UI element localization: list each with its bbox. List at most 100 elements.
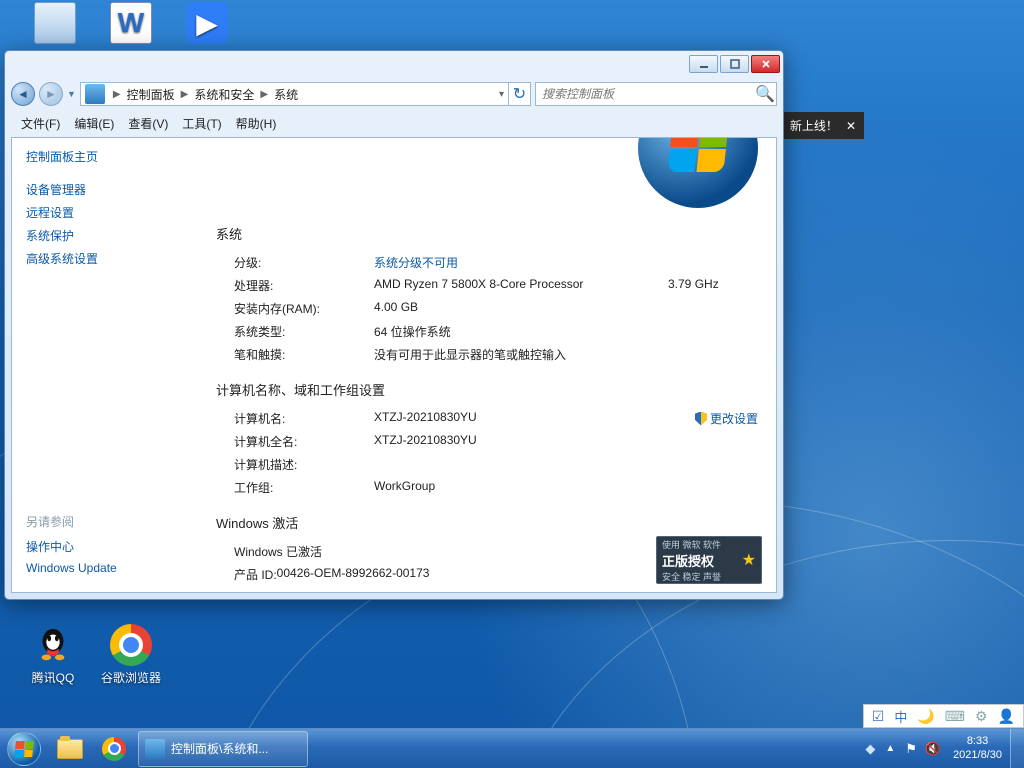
desktop-icon-computer[interactable] [20, 2, 90, 47]
cpu-speed: 3.79 GHz [668, 277, 758, 294]
desktop-icon-qq[interactable]: 腾讯QQ [18, 624, 88, 686]
sidebar-link-windows-update[interactable]: Windows Update [26, 561, 204, 575]
person-icon[interactable]: 👤 [998, 708, 1015, 725]
workgroup-value: WorkGroup [374, 479, 758, 496]
control-panel-icon [145, 739, 165, 759]
desktop-icon-label: 腾讯QQ [32, 671, 75, 685]
breadcrumb-mid[interactable]: 系统和安全 [192, 86, 256, 103]
maximize-button[interactable] [720, 55, 749, 73]
taskbar-pin-explorer[interactable] [49, 731, 91, 767]
moon-icon[interactable]: 🌙 [917, 708, 934, 725]
computer-fullname-value: XTZJ-20210830YU [374, 433, 758, 450]
ram-label: 安装内存(RAM): [234, 300, 374, 317]
start-button[interactable] [0, 729, 48, 768]
checkbox-icon[interactable]: ☑ [872, 708, 885, 725]
minimize-button[interactable] [689, 55, 718, 73]
rating-label: 分级: [234, 254, 374, 271]
sidebar-link-remote[interactable]: 远程设置 [26, 204, 204, 221]
show-desktop-button[interactable] [1010, 729, 1024, 768]
computer-desc-value [374, 456, 758, 473]
notification-text: 新上线！ [790, 117, 838, 134]
desktop-icon-chrome[interactable]: 谷歌浏览器 [96, 624, 166, 686]
menu-edit[interactable]: 编辑(E) [68, 113, 120, 135]
breadcrumb-root[interactable]: 控制面板 [125, 86, 177, 103]
search-icon[interactable]: 🔍 [754, 84, 776, 104]
qq-icon [32, 624, 74, 666]
systype-value: 64 位操作系统 [374, 323, 758, 340]
genuine-software-badge[interactable]: 使用 微软 软件 正版授权 安全 稳定 声誉 ★ [656, 536, 762, 584]
media-icon: ▶ [186, 2, 228, 44]
menu-tools[interactable]: 工具(T) [176, 113, 227, 135]
control-panel-home-link[interactable]: 控制面板主页 [26, 148, 204, 165]
tray-clock[interactable]: 8:33 2021/8/30 [945, 735, 1010, 761]
ime-language-button[interactable]: 中 [894, 707, 907, 726]
menu-help[interactable]: 帮助(H) [230, 113, 283, 135]
systype-label: 系统类型: [234, 323, 374, 340]
control-panel-icon [85, 84, 105, 104]
computer-name-label: 计算机名: [234, 410, 374, 427]
chrome-icon [110, 624, 152, 666]
chevron-right-icon: ▶ [177, 89, 193, 100]
tray-app-icon[interactable]: ◆ [861, 741, 879, 757]
document-icon: W [110, 2, 152, 44]
sidebar-link-advanced[interactable]: 高级系统设置 [26, 250, 204, 267]
chevron-right-icon: ▶ [256, 89, 272, 100]
sidebar-link-action-center[interactable]: 操作中心 [26, 538, 204, 555]
refresh-button[interactable]: ↻ [508, 83, 530, 105]
rating-link[interactable]: 系统分级不可用 [374, 254, 758, 271]
taskbar-item-control-panel[interactable]: 控制面板\系统和... [138, 731, 308, 767]
address-bar: ◄ ► ▼ ▶ 控制面板 ▶ 系统和安全 ▶ 系统 ▾ ↻ 🔍 [11, 79, 777, 109]
see-also-label: 另请参阅 [26, 513, 204, 530]
folder-icon [57, 739, 83, 759]
sidebar: 控制面板主页 设备管理器 远程设置 系统保护 高级系统设置 另请参阅 操作中心 … [12, 138, 204, 592]
computer-icon [34, 2, 76, 44]
menu-bar: 文件(F) 编辑(E) 查看(V) 工具(T) 帮助(H) [11, 113, 777, 135]
star-icon: ★ [742, 550, 756, 570]
content-pane: 系统 分级:系统分级不可用 处理器:AMD Ryzen 7 5800X 8-Co… [204, 138, 776, 592]
desktop-icon-media[interactable]: ▶ [172, 2, 242, 47]
desktop: W ▶ 腾讯QQ 谷歌浏览器 新上线！ ✕ ◄ ► ▼ [0, 0, 1024, 768]
tray-volume-icon[interactable]: 🔇 [921, 741, 945, 757]
ime-quickbar: ☑ 中 🌙 ⌨ ⚙ 👤 [863, 704, 1024, 728]
nav-back-button[interactable]: ◄ [11, 82, 35, 106]
sidebar-link-device-manager[interactable]: 设备管理器 [26, 181, 204, 198]
taskbar-item-label: 控制面板\系统和... [171, 740, 268, 757]
notification-close-button[interactable]: ✕ [846, 119, 856, 133]
change-settings-link[interactable]: 更改设置 [695, 410, 758, 427]
product-id-label: 产品 ID: [234, 566, 277, 583]
section-activation-header: Windows 激活 [216, 513, 758, 532]
keyboard-icon[interactable]: ⌨ [945, 708, 965, 725]
nav-forward-button[interactable]: ► [39, 82, 63, 106]
pen-label: 笔和触摸: [234, 346, 374, 363]
shield-icon [695, 412, 707, 426]
search-box[interactable]: 🔍 [535, 82, 777, 106]
tray-overflow-button[interactable]: ▲ [879, 743, 901, 754]
menu-view[interactable]: 查看(V) [122, 113, 174, 135]
pen-value: 没有可用于此显示器的笔或触控输入 [374, 346, 758, 363]
breadcrumb-bar[interactable]: ▶ 控制面板 ▶ 系统和安全 ▶ 系统 ▾ ↻ [80, 82, 531, 106]
breadcrumb-dropdown[interactable]: ▾ [495, 89, 508, 100]
menu-file[interactable]: 文件(F) [15, 113, 66, 135]
taskbar-pin-chrome[interactable] [93, 731, 135, 767]
section-name-header: 计算机名称、域和工作组设置 [216, 380, 758, 399]
computer-name-value: XTZJ-20210830YU [374, 410, 695, 427]
nav-history-dropdown[interactable]: ▼ [67, 89, 76, 99]
system-properties-window: ◄ ► ▼ ▶ 控制面板 ▶ 系统和安全 ▶ 系统 ▾ ↻ 🔍 文件(F) [4, 50, 784, 600]
tray-date: 2021/8/30 [953, 749, 1002, 762]
cpu-label: 处理器: [234, 277, 374, 294]
windows-logo [638, 138, 758, 208]
tray-flag-icon[interactable]: ⚑ [901, 741, 921, 757]
gear-icon[interactable]: ⚙ [975, 708, 988, 725]
ram-value: 4.00 GB [374, 300, 758, 317]
window-body: 控制面板主页 设备管理器 远程设置 系统保护 高级系统设置 另请参阅 操作中心 … [11, 137, 777, 593]
close-button[interactable] [751, 55, 780, 73]
desktop-icon-document[interactable]: W [96, 2, 166, 47]
notification-toast: 新上线！ ✕ [782, 112, 864, 139]
sidebar-link-protection[interactable]: 系统保护 [26, 227, 204, 244]
breadcrumb-leaf[interactable]: 系统 [272, 86, 300, 103]
window-titlebar[interactable] [5, 51, 783, 79]
tray-time: 8:33 [953, 735, 1002, 748]
search-input[interactable] [536, 83, 754, 105]
section-system-header: 系统 [216, 224, 758, 243]
computer-fullname-label: 计算机全名: [234, 433, 374, 450]
